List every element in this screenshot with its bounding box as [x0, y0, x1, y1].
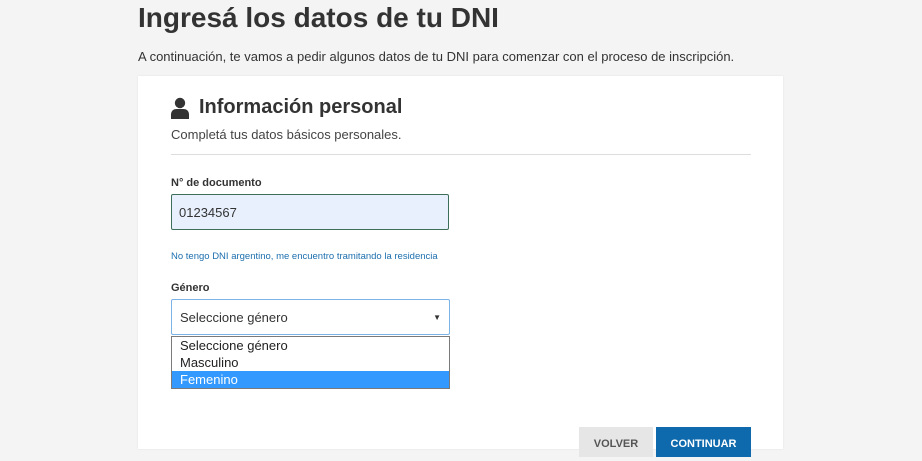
page-subtitle: A continuación, te vamos a pedir algunos… [138, 49, 735, 64]
gender-option-placeholder[interactable]: Seleccione género [172, 337, 449, 354]
section-description: Completá tus datos básicos personales. [171, 127, 402, 142]
user-icon [171, 97, 189, 119]
divider [171, 154, 751, 155]
gender-select-value: Seleccione género [180, 309, 288, 325]
continue-button[interactable]: CONTINUAR [656, 427, 751, 457]
section-title: Información personal [199, 96, 403, 118]
page-title: Ingresá los datos de tu DNI [138, 2, 499, 33]
gender-dropdown-list: Seleccione género Masculino Femenino [171, 336, 450, 389]
chevron-down-icon: ▼ [433, 312, 441, 322]
document-number-label: N° de documento [171, 177, 262, 189]
no-dni-link[interactable]: No tengo DNI argentino, me encuentro tra… [171, 251, 438, 262]
gender-label: Género [171, 282, 210, 294]
section-header: Información personal [171, 96, 402, 119]
personal-info-card: Información personal Completá tus datos … [138, 76, 783, 457]
document-number-input[interactable] [171, 194, 449, 230]
gender-option-masculino[interactable]: Masculino [172, 354, 449, 371]
gender-option-femenino[interactable]: Femenino [172, 371, 449, 388]
gender-select[interactable]: Seleccione género ▼ [171, 299, 450, 335]
back-button[interactable]: VOLVER [579, 427, 653, 457]
